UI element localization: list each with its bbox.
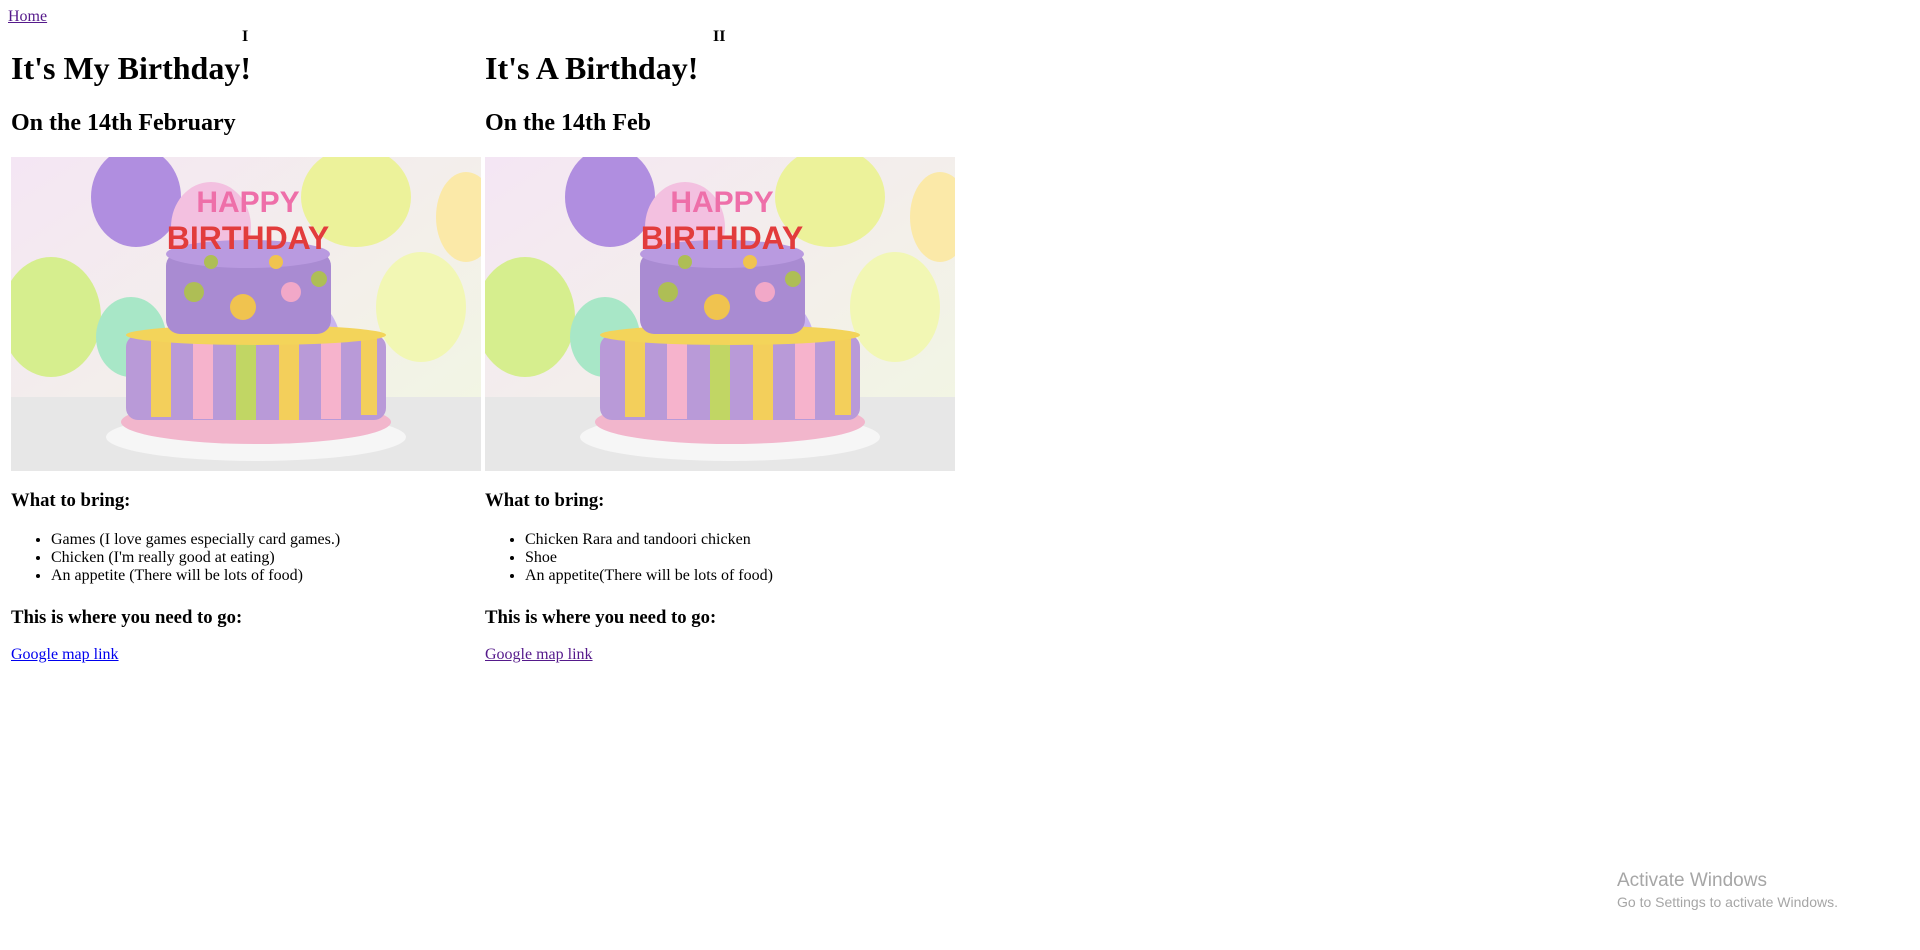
column-numeral: I (242, 28, 249, 45)
watermark-subtitle: Go to Settings to activate Windows. (1617, 894, 1838, 910)
column-numeral: II (713, 28, 726, 45)
svg-text:HAPPY: HAPPY (670, 186, 773, 219)
svg-text:HAPPY: HAPPY (196, 186, 299, 219)
invite-date: On the 14th February (11, 110, 236, 136)
where-heading: This is where you need to go: (11, 607, 243, 628)
bring-list: Chicken Rara and tandoori chicken Shoe A… (485, 531, 773, 585)
where-heading: This is where you need to go: (485, 607, 717, 628)
list-item: Games (I love games especially card game… (51, 531, 340, 549)
list-item: Shoe (525, 549, 773, 567)
home-link[interactable]: Home (8, 8, 47, 26)
bring-heading: What to bring: (485, 490, 605, 511)
bring-list: Games (I love games especially card game… (11, 531, 340, 585)
list-item: Chicken (I'm really good at eating) (51, 549, 340, 567)
list-item: An appetite (There will be lots of food) (51, 567, 340, 585)
google-map-link[interactable]: Google map link (485, 646, 593, 664)
invite-title: It's My Birthday! (11, 50, 251, 86)
list-item: An appetite(There will be lots of food) (525, 567, 773, 585)
bring-heading: What to bring: (11, 490, 131, 511)
birthday-cake-image: HAPPY BIRTHDAY (485, 157, 955, 471)
svg-text:BIRTHDAY: BIRTHDAY (167, 220, 329, 256)
google-map-link[interactable]: Google map link (11, 646, 119, 664)
invite-title: It's A Birthday! (485, 50, 699, 86)
watermark-title: Activate Windows (1617, 870, 1767, 891)
birthday-cake-image: HAPPY BIRTHDAY (11, 157, 481, 471)
activate-windows-watermark: Activate Windows Go to Settings to activ… (1617, 869, 1838, 911)
invite-date: On the 14th Feb (485, 110, 652, 136)
svg-text:BIRTHDAY: BIRTHDAY (641, 220, 803, 256)
list-item: Chicken Rara and tandoori chicken (525, 531, 773, 549)
